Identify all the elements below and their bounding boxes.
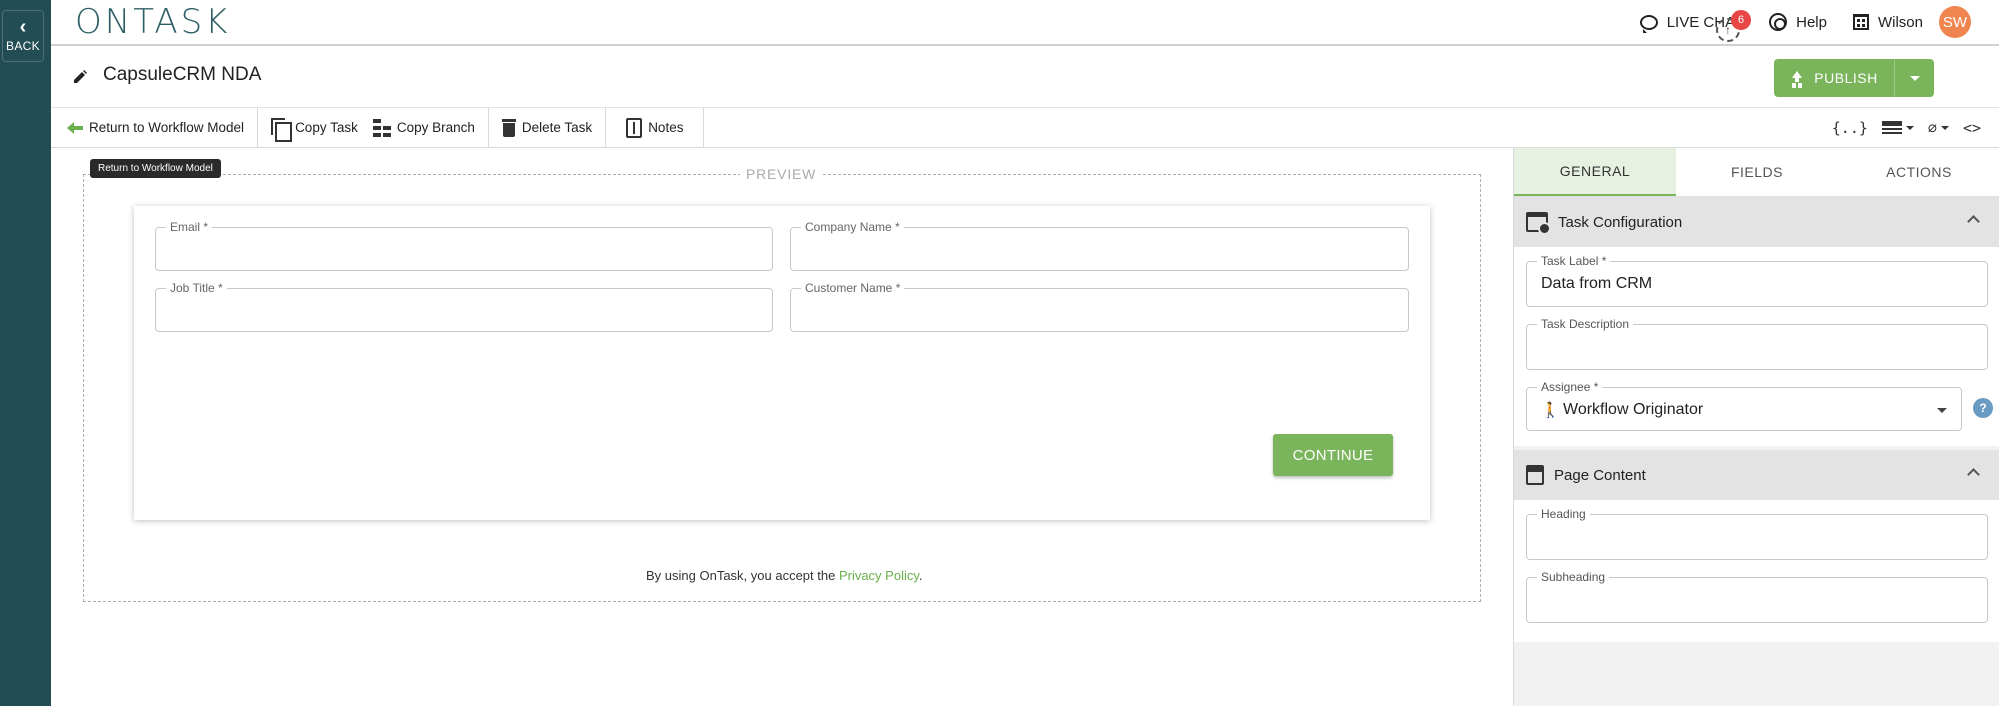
top-right-menu: LIVE CHAT Help Wilson SW (1639, 0, 1971, 44)
arrow-left-icon (67, 121, 83, 134)
chat-bubble-icon (1639, 14, 1658, 33)
caret-down-icon (1909, 75, 1920, 81)
back-button[interactable]: ‹ BACK (2, 10, 44, 62)
notes-button[interactable]: Notes (606, 108, 703, 148)
task-label-field[interactable]: Task Label * Data from CRM (1526, 254, 1988, 307)
job-title-field[interactable]: Job Title * (155, 281, 773, 332)
privacy-policy-link[interactable]: Privacy Policy (839, 568, 919, 583)
task-label-label: Task Label * (1537, 254, 1611, 268)
publish-button-group: PUBLISH (1774, 59, 1934, 97)
assignee-label: Assignee * (1537, 380, 1603, 394)
chevron-up-icon (1967, 215, 1980, 228)
copy-branch-label: Copy Branch (396, 120, 475, 135)
task-configuration-title: Task Configuration (1558, 213, 1683, 231)
title-row: CapsuleCRM NDA (51, 46, 1999, 108)
code-view-button[interactable]: <> (1963, 119, 1981, 137)
attachment-button[interactable]: ⌀ (1928, 119, 1949, 137)
return-tooltip: Return to Workflow Model (90, 159, 221, 178)
continue-button[interactable]: CONTINUE (1273, 434, 1393, 476)
delete-task-button[interactable]: Delete Task (489, 108, 605, 148)
upload-icon (1790, 71, 1804, 85)
pencil-icon[interactable] (73, 70, 87, 84)
company-name-field[interactable]: Company Name * (790, 220, 1409, 271)
table-button[interactable] (1881, 121, 1914, 135)
help-label: Help (1796, 13, 1827, 31)
top-bar: ONTASK LIVE CHAT Help Wilson SW (51, 0, 1999, 46)
building-icon (1852, 14, 1869, 30)
code-icon: <> (1962, 119, 1981, 137)
help-button[interactable]: Help (1769, 13, 1827, 31)
caret-down-icon (1937, 408, 1947, 413)
privacy-period: . (918, 568, 923, 583)
org-switcher[interactable]: Wilson (1852, 13, 1923, 31)
branch-icon (372, 118, 391, 137)
customer-name-field[interactable]: Customer Name * (790, 281, 1409, 332)
lifebuoy-icon (1769, 13, 1788, 31)
chevron-up-icon (1967, 468, 1980, 481)
delete-task-label: Delete Task (521, 120, 593, 135)
return-label: Return to Workflow Model (89, 120, 245, 135)
task-toolbar: Return to Workflow Model Copy Task Copy … (51, 107, 1999, 148)
copy-branch-button[interactable]: Copy Branch (371, 108, 488, 148)
page-title[interactable]: CapsuleCRM NDA (103, 64, 261, 86)
subheading-label: Subheading (1537, 570, 1610, 584)
notes-label: Notes (648, 120, 684, 135)
heading-label: Heading (1537, 507, 1590, 521)
publish-label: PUBLISH (1814, 70, 1878, 86)
assignee-select[interactable]: Assignee * 🚶 Workflow Originator (1526, 380, 1962, 431)
tab-fields[interactable]: FIELDS (1676, 148, 1838, 196)
task-description-label: Task Description (1537, 317, 1634, 331)
caret-down-icon (1905, 126, 1914, 130)
task-configuration-body: Task Label * Data from CRM Task Descript… (1514, 247, 1999, 446)
assignee-value: Workflow Originator (1563, 401, 1704, 418)
job-title-label: Job Title * (166, 281, 227, 295)
customer-name-label: Customer Name * (801, 281, 905, 295)
attachment-icon: ⌀ (1927, 119, 1937, 137)
page-content-header[interactable]: Page Content (1514, 450, 1999, 500)
divider (703, 107, 705, 148)
tab-general[interactable]: GENERAL (1514, 148, 1676, 196)
toolbar-right-tools: {..} ⌀ <> (1832, 108, 1981, 148)
ontask-logo[interactable]: ONTASK (75, 2, 230, 42)
variables-button[interactable]: {..} (1832, 119, 1868, 137)
publish-dropdown-button[interactable] (1894, 59, 1934, 97)
avatar[interactable]: SW (1939, 6, 1971, 38)
table-icon (1881, 121, 1902, 135)
copy-task-button[interactable]: Copy Task (258, 108, 371, 148)
task-description-field[interactable]: Task Description (1526, 317, 1988, 370)
panel-tabs: GENERAL FIELDS ACTIONS (1514, 148, 1999, 197)
task-configuration-header[interactable]: Task Configuration (1514, 197, 1999, 247)
properties-panel: GENERAL FIELDS ACTIONS Task Configuratio… (1513, 148, 1999, 706)
publish-button[interactable]: PUBLISH (1774, 59, 1894, 97)
heading-field[interactable]: Heading (1526, 507, 1988, 560)
company-name-label: Company Name * (801, 220, 904, 234)
notification-badge: 6 (1731, 10, 1751, 30)
email-label: Email * (166, 220, 213, 234)
braces-icon: {..} (1831, 119, 1868, 137)
copy-icon (271, 117, 293, 142)
task-label-value: Data from CRM (1541, 275, 1653, 292)
org-name: Wilson (1877, 13, 1923, 31)
subheading-field[interactable]: Subheading (1526, 570, 1988, 623)
chevron-left-icon: ‹ (19, 16, 27, 38)
privacy-notice: By using OnTask, you accept the Privacy … (646, 568, 923, 583)
left-rail: ‹ BACK (0, 0, 51, 706)
trash-icon (501, 118, 516, 137)
privacy-text: By using OnTask, you accept the (646, 568, 839, 583)
logo-text: ONTASK (75, 2, 231, 42)
caret-down-icon (1940, 126, 1949, 130)
page-content-body: Heading Subheading (1514, 500, 1999, 642)
return-to-workflow-button[interactable]: Return to Workflow Model (51, 108, 257, 148)
page-icon (1526, 465, 1544, 485)
back-label: BACK (6, 39, 40, 53)
notebook-icon (626, 117, 643, 138)
settings-window-icon (1526, 212, 1551, 235)
tab-actions[interactable]: ACTIONS (1838, 148, 1999, 196)
copy-task-label: Copy Task (295, 120, 358, 135)
page-content-title: Page Content (1554, 466, 1646, 484)
assignee-help-icon[interactable]: ? (1973, 398, 1993, 418)
walking-person-icon: 🚶 (1541, 402, 1560, 419)
email-field[interactable]: Email * (155, 220, 773, 271)
preview-label: PREVIEW (740, 166, 823, 182)
